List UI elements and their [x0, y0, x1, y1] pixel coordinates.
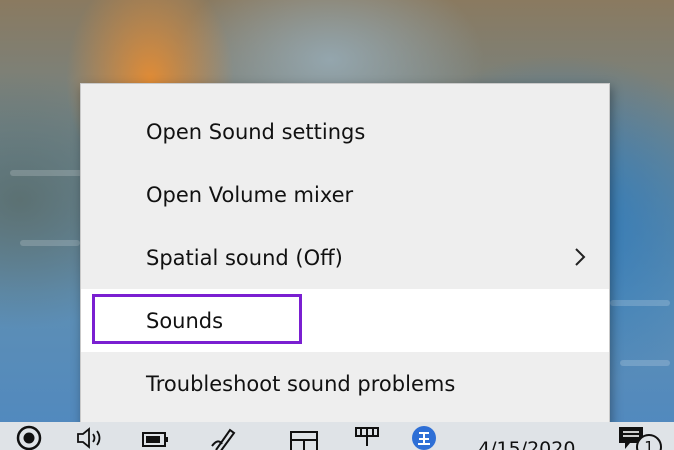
pen-icon[interactable] — [210, 424, 240, 450]
menu-item-troubleshoot-sound[interactable]: Troubleshoot sound problems — [81, 352, 609, 415]
desktop: Open Sound settings Open Volume mixer Sp… — [0, 0, 674, 450]
menu-item-open-volume-mixer[interactable]: Open Volume mixer — [81, 163, 609, 226]
taskbar: 4/15/2020 1 — [0, 422, 674, 450]
menu-item-label: Troubleshoot sound problems — [146, 371, 456, 396]
menu-item-label: Spatial sound (Off) — [146, 245, 343, 270]
menu-item-label: Open Sound settings — [146, 119, 366, 144]
ime-icon[interactable] — [410, 424, 440, 450]
wallpaper-detail — [610, 300, 670, 306]
wallpaper-detail — [20, 240, 80, 246]
battery-icon[interactable] — [140, 424, 170, 450]
menu-item-sounds[interactable]: Sounds — [81, 289, 609, 352]
notification-badge: 1 — [636, 434, 662, 450]
menu-item-spatial-sound[interactable]: Spatial sound (Off) — [81, 226, 609, 289]
chevron-right-icon — [575, 248, 586, 266]
menu-item-label: Sounds — [146, 308, 224, 333]
notification-count: 1 — [644, 438, 654, 450]
menu-item-label: Open Volume mixer — [146, 182, 354, 207]
menu-item-open-sound-settings[interactable]: Open Sound settings — [81, 100, 609, 163]
network-icon[interactable] — [352, 424, 382, 450]
touch-keyboard-icon[interactable] — [288, 424, 318, 450]
tray-date[interactable]: 4/15/2020 — [478, 438, 575, 450]
volume-icon[interactable] — [74, 424, 104, 450]
wallpaper-detail — [620, 360, 670, 366]
record-icon[interactable] — [14, 424, 44, 450]
sound-context-menu: Open Sound settings Open Volume mixer Sp… — [80, 83, 610, 426]
